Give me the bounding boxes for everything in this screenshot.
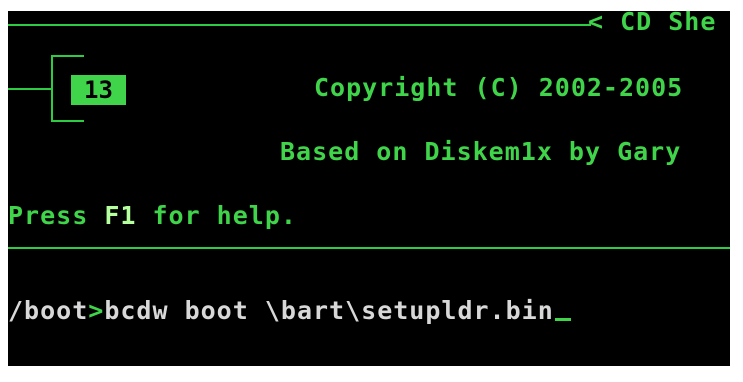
command-prompt[interactable]: /boot>bcdw boot \bart\setupldr.bin bbox=[8, 296, 571, 326]
bracket-bottom bbox=[51, 120, 84, 122]
credits-text: Based on Diskem1x by Gary bbox=[280, 137, 682, 166]
help-hint: Press F1 for help. bbox=[8, 201, 297, 231]
top-divider bbox=[8, 24, 591, 26]
help-suffix: for help. bbox=[136, 201, 297, 230]
copyright-text: Copyright (C) 2002-2005 bbox=[314, 73, 684, 102]
window-title: < CD She bbox=[588, 11, 717, 36]
console-divider bbox=[8, 247, 730, 249]
counter-badge: 13 bbox=[71, 75, 126, 105]
bracket-connector bbox=[8, 88, 51, 90]
help-prefix: Press bbox=[8, 201, 105, 230]
bracket-top bbox=[51, 55, 84, 57]
prompt-symbol: > bbox=[88, 296, 105, 325]
text-cursor bbox=[554, 318, 571, 321]
bracket-vertical bbox=[51, 55, 53, 122]
prompt-path: /boot bbox=[8, 296, 89, 325]
dos-console-screen: < CD She 13 Copyright (C) 2002-2005 Base… bbox=[8, 11, 730, 366]
help-key: F1 bbox=[104, 201, 137, 230]
command-input[interactable]: bcdw boot \bart\setupldr.bin bbox=[104, 296, 553, 325]
